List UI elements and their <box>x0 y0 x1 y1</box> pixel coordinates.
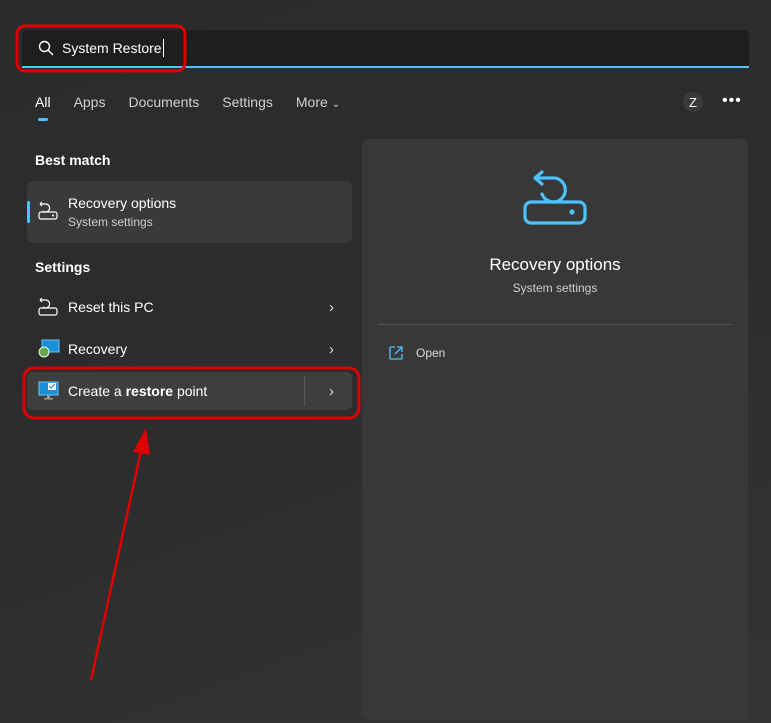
annotation-arrowhead <box>133 428 150 455</box>
text-caret <box>162 39 164 57</box>
recovery-large-icon <box>523 170 587 225</box>
more-options-icon[interactable]: ••• <box>722 92 742 110</box>
system-properties-icon <box>38 381 59 400</box>
tab-documents[interactable]: Documents <box>128 94 199 110</box>
divider <box>378 324 732 325</box>
label-part: Create a <box>68 383 126 399</box>
best-match-item[interactable]: Recovery options System settings <box>27 181 352 243</box>
tab-more[interactable]: More ⌄ <box>296 94 340 110</box>
recovery-monitor-icon <box>38 339 60 358</box>
chevron-right-icon[interactable]: › <box>329 383 334 400</box>
reset-pc-icon <box>38 297 58 316</box>
label-part: point <box>173 383 208 399</box>
avatar[interactable]: Z <box>683 92 703 112</box>
selection-indicator <box>27 201 30 223</box>
best-match-title: Recovery options <box>68 195 177 211</box>
search-icon <box>38 40 54 56</box>
result-label: Create a restore point <box>68 383 207 399</box>
search-input[interactable]: System Restore <box>22 30 749 68</box>
chevron-right-icon[interactable]: › <box>329 341 334 358</box>
tab-apps[interactable]: Apps <box>74 94 106 110</box>
best-match-subtitle: System settings <box>68 215 153 229</box>
filter-tabs: All Apps Documents Settings More ⌄ <box>35 94 363 121</box>
preview-pane: Recovery options System settings Open <box>362 139 748 720</box>
result-recovery[interactable]: Recovery › <box>27 330 352 368</box>
divider <box>304 376 305 406</box>
chevron-down-icon: ⌄ <box>331 99 341 110</box>
label-match: restore <box>125 383 174 399</box>
annotation-arrow <box>89 445 144 681</box>
result-label: Reset this PC <box>68 299 154 315</box>
open-external-icon <box>389 346 403 360</box>
recovery-icon <box>38 201 58 220</box>
best-match-heading: Best match <box>35 152 111 168</box>
result-create-restore-point[interactable]: Create a restore point › <box>27 372 352 410</box>
open-action[interactable]: Open <box>389 346 445 360</box>
tab-settings[interactable]: Settings <box>222 94 273 110</box>
preview-title: Recovery options <box>489 255 621 274</box>
preview-subtitle: System settings <box>512 281 598 295</box>
result-reset-this-pc[interactable]: Reset this PC › <box>27 288 352 326</box>
settings-heading: Settings <box>35 259 91 275</box>
chevron-right-icon[interactable]: › <box>329 299 334 316</box>
open-label: Open <box>416 346 446 360</box>
tab-more-label: More <box>295 94 328 110</box>
search-value: System Restore <box>62 40 162 56</box>
result-label: Recovery <box>68 341 128 357</box>
tab-all[interactable]: All <box>35 94 51 121</box>
